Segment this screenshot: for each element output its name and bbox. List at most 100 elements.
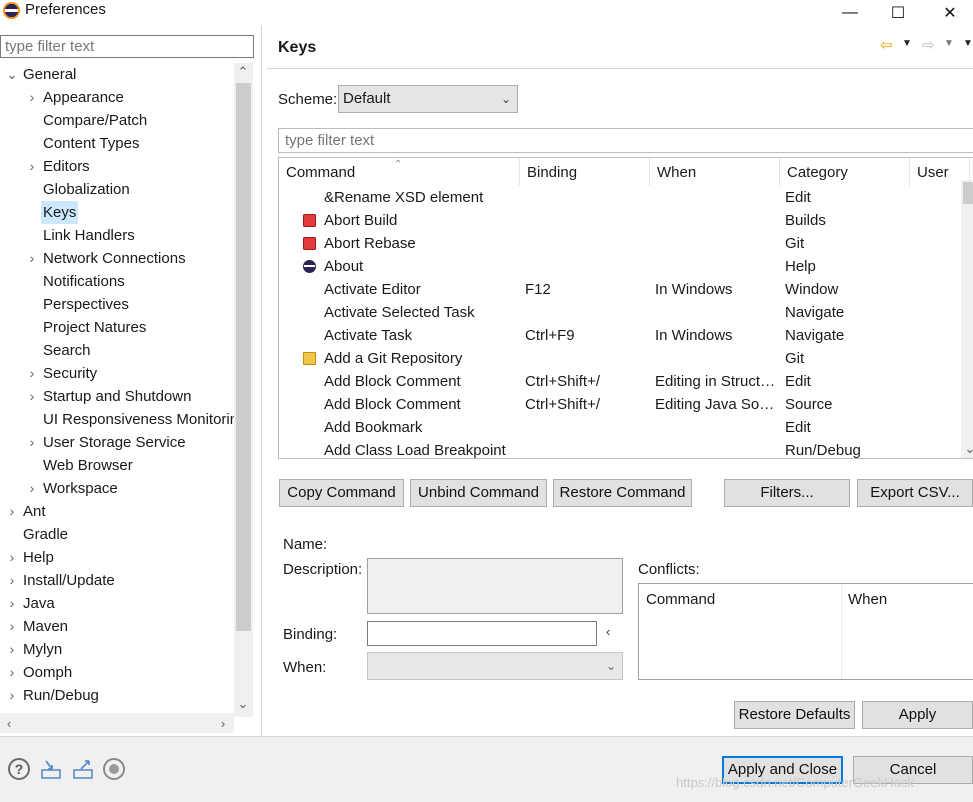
conflicts-column-command[interactable]: Command	[646, 591, 715, 608]
table-row[interactable]: Add Block Comment Ctrl+Shift+/ Editing in …	[279, 370, 973, 393]
table-row[interactable]: About Help	[279, 255, 973, 278]
cell-command: Abort Rebase	[324, 235, 416, 252]
when-select[interactable]: ⌄	[367, 652, 623, 680]
table-row[interactable]: Activate Task Ctrl+F9 In Windows Navigate	[279, 324, 973, 347]
command-filter-input[interactable]	[278, 128, 973, 153]
apply-button[interactable]: Apply	[862, 701, 973, 729]
forward-dropdown-icon[interactable]: ▼	[944, 38, 954, 49]
close-button[interactable]: ✕	[927, 0, 973, 26]
tree-item-label: Java	[23, 595, 55, 612]
tree-item-label: Web Browser	[43, 457, 133, 474]
column-header-binding[interactable]: Binding	[520, 158, 650, 186]
cell-category: Edit	[785, 189, 811, 206]
cell-command: Add Bookmark	[324, 419, 423, 436]
tree-item-label: Link Handlers	[43, 227, 135, 244]
name-label: Name:	[283, 536, 328, 553]
chevron-right-icon[interactable]: ›	[5, 569, 19, 592]
help-icon[interactable]: ?	[8, 758, 30, 780]
cell-when: In Windows	[655, 327, 733, 344]
table-row[interactable]: &Rename XSD element Edit	[279, 186, 973, 209]
scheme-value: Default	[343, 90, 391, 107]
table-vertical-scrollbar[interactable]: ⌄	[961, 180, 973, 458]
maximize-button[interactable]: ☐	[875, 0, 921, 26]
tree-item-label: Notifications	[43, 273, 125, 290]
chevron-right-icon[interactable]: ›	[25, 86, 39, 109]
chevron-right-icon[interactable]: ›	[25, 362, 39, 385]
eclipse-logo-icon	[3, 2, 20, 19]
import-icon[interactable]	[40, 758, 62, 780]
scroll-left-icon[interactable]: ‹	[0, 714, 18, 732]
cell-command: &Rename XSD element	[324, 189, 484, 206]
tree-item-label: Globalization	[43, 181, 130, 198]
table-row[interactable]: Add Class Load Breakpoint Run/Debug	[279, 439, 973, 459]
tree-item-label: Compare/Patch	[43, 112, 148, 129]
column-header-category[interactable]: Category	[780, 158, 910, 186]
table-row[interactable]: Abort Build Builds	[279, 209, 973, 232]
column-header-when[interactable]: When	[650, 158, 780, 186]
filters-button[interactable]: Filters...	[724, 479, 850, 507]
chevron-right-icon[interactable]: ›	[5, 661, 19, 684]
scroll-right-icon[interactable]: ›	[214, 714, 232, 732]
cell-category: Edit	[785, 373, 811, 390]
chevron-left-icon[interactable]: ‹	[606, 624, 610, 639]
chevron-right-icon[interactable]: ›	[25, 385, 39, 408]
git-repository-icon	[303, 352, 316, 365]
scheme-select[interactable]: Default ⌄	[338, 85, 518, 113]
tree-scroll-thumb[interactable]	[236, 83, 251, 631]
table-row[interactable]: Activate Editor F12 In Windows Window	[279, 278, 973, 301]
table-row[interactable]: Add a Git Repository Git	[279, 347, 973, 370]
minimize-button[interactable]: —	[827, 0, 873, 26]
conflicts-column-when[interactable]: When	[848, 591, 887, 608]
scroll-down-icon[interactable]: ⌄	[234, 695, 252, 713]
cell-command: Add Block Comment	[324, 396, 461, 413]
restore-command-button[interactable]: Restore Command	[553, 479, 692, 507]
chevron-right-icon[interactable]: ›	[5, 684, 19, 707]
cell-category: Run/Debug	[785, 442, 861, 459]
cell-category: Edit	[785, 419, 811, 436]
table-scroll-down-icon[interactable]: ⌄	[961, 440, 973, 458]
chevron-down-icon[interactable]: ⌄	[5, 63, 19, 86]
chevron-right-icon[interactable]: ›	[25, 247, 39, 270]
table-row[interactable]: Abort Rebase Git	[279, 232, 973, 255]
chevron-right-icon[interactable]: ›	[5, 500, 19, 523]
header-divider	[267, 68, 973, 69]
back-dropdown-icon[interactable]: ▼	[902, 38, 912, 49]
sidebar: ⌄General›AppearanceCompare/PatchContent …	[0, 26, 262, 736]
tree-filter-input[interactable]	[0, 35, 254, 58]
cell-command: Abort Build	[324, 212, 398, 229]
back-arrow-icon[interactable]: ⇦	[880, 36, 893, 54]
tree-horizontal-scrollbar[interactable]: ‹ ›	[0, 713, 234, 733]
cell-command: Add Block Comment	[324, 373, 461, 390]
chevron-right-icon[interactable]: ›	[5, 592, 19, 615]
copy-command-button[interactable]: Copy Command	[279, 479, 404, 507]
chevron-right-icon[interactable]: ›	[25, 431, 39, 454]
chevron-right-icon[interactable]: ›	[25, 477, 39, 500]
tree-item-label: Maven	[23, 618, 69, 635]
cell-category: Git	[785, 350, 805, 367]
chevron-right-icon[interactable]: ›	[5, 615, 19, 638]
tree-item-label: Run/Debug	[23, 687, 99, 704]
scroll-up-icon[interactable]: ⌃	[234, 63, 252, 81]
view-menu-icon[interactable]: ▼	[963, 38, 973, 49]
table-row[interactable]: Add Block Comment Ctrl+Shift+/ Editing Jav…	[279, 393, 973, 416]
cell-command: Activate Editor	[324, 281, 421, 298]
chevron-right-icon[interactable]: ›	[5, 638, 19, 661]
table-row[interactable]: Add Bookmark Edit	[279, 416, 973, 439]
cell-category: Help	[785, 258, 816, 275]
export-csv-button[interactable]: Export CSV...	[857, 479, 973, 507]
binding-input[interactable]	[367, 621, 597, 646]
tree-vertical-scrollbar[interactable]: ⌃ ⌄	[234, 63, 253, 717]
tree-item-label: Search	[43, 342, 91, 359]
forward-arrow-icon[interactable]: ⇨	[922, 36, 935, 54]
cell-when: In Windows	[655, 281, 733, 298]
restore-defaults-button[interactable]: Restore Defaults	[734, 701, 855, 729]
cell-category: Navigate	[785, 304, 845, 321]
export-icon[interactable]	[72, 758, 94, 780]
chevron-right-icon[interactable]: ›	[5, 546, 19, 569]
unbind-command-button[interactable]: Unbind Command	[410, 479, 547, 507]
chevron-right-icon[interactable]: ›	[25, 155, 39, 178]
cell-binding: F12	[525, 281, 551, 298]
table-row[interactable]: Activate Selected Task Navigate	[279, 301, 973, 324]
table-scroll-thumb[interactable]	[963, 182, 973, 204]
record-icon[interactable]	[103, 758, 125, 780]
